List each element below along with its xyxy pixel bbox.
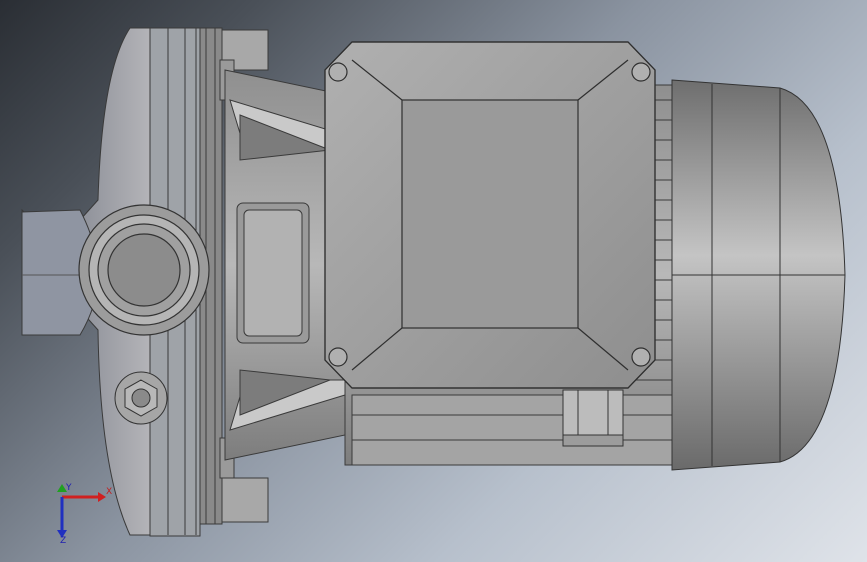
cable-gland[interactable] [562,389,624,447]
cad-viewport[interactable]: X Y Z [0,0,867,562]
terminal-box[interactable] [324,41,656,389]
x-axis-label: X [106,487,112,497]
drain-plug[interactable] [114,371,168,425]
fan-cover[interactable] [671,79,846,471]
x-axis-head [98,492,106,502]
z-axis-label: Z [60,536,66,546]
pump-motor-model[interactable]: X Y Z [0,0,867,562]
discharge-port[interactable] [78,204,210,336]
box-screw-br [631,347,651,367]
coordinate-triad: X Y Z [57,483,112,546]
box-screw-bl [328,347,348,367]
box-screw-tr [631,62,651,82]
y-axis-label: Y [65,483,72,493]
box-screw-tl [328,62,348,82]
